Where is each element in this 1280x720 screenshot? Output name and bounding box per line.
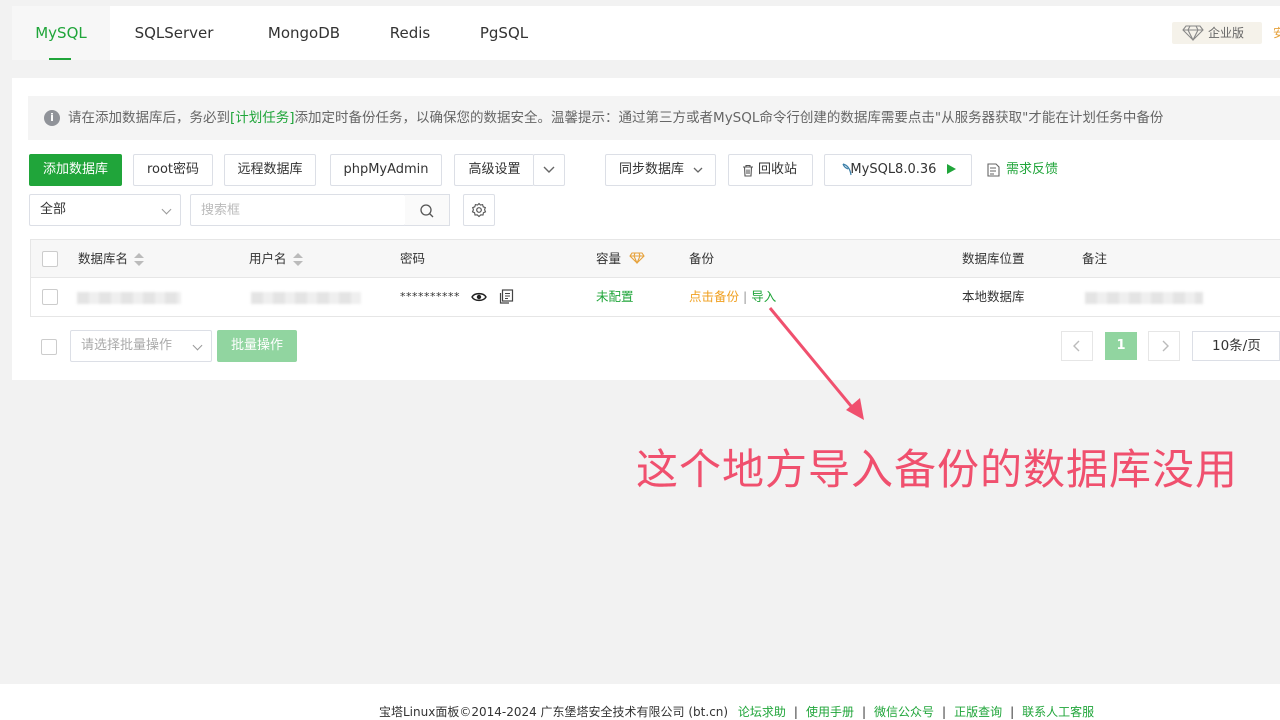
sync-database-button[interactable]: 同步数据库 [605,154,716,186]
cron-task-link[interactable]: [计划任务] [230,110,295,126]
tab-pgsql[interactable]: PgSQL [472,6,536,60]
category-select-value: 全部 [40,202,67,217]
chevron-down-icon [161,204,172,215]
sort-icon [134,252,145,267]
sort-icon [292,252,303,267]
capacity-status[interactable]: 未配置 [596,278,634,316]
root-password-button[interactable]: root密码 [133,154,213,186]
search-input[interactable] [191,195,405,225]
page-number-current[interactable]: 1 [1105,332,1137,360]
select-all-checkbox[interactable] [42,251,58,267]
copyright-text: 宝塔Linux面板©2014-2024 广东堡塔安全技术有限公司 (bt.cn) [379,705,729,719]
column-header-user-label: 用户名 [249,251,287,266]
column-header-name[interactable]: 数据库名 [78,240,145,278]
enterprise-badge[interactable]: 企业版 [1172,22,1262,44]
password-value: ********** [400,290,460,303]
feedback-icon [987,163,1000,177]
recycle-bin-label: 回收站 [757,162,797,177]
backup-now-link[interactable]: 点击备份 [689,289,739,304]
gear-icon [471,202,487,218]
divider: | [743,289,748,304]
mysql-version-label: MySQL8.0.36 [850,162,937,177]
chevron-down-icon [543,166,555,173]
column-header-name-label: 数据库名 [78,251,129,266]
tab-redis[interactable]: Redis [378,6,442,60]
diamond-icon [629,252,645,265]
search-box [190,194,406,226]
divider: | [793,705,798,719]
sync-database-label: 同步数据库 [619,162,685,177]
category-select[interactable]: 全部 [29,194,181,226]
database-panel: i 请在添加数据库后，务必到[计划任务]添加定时备份任务，以确保您的数据安全。温… [12,78,1280,380]
annotation-text: 这个地方导入备份的数据库没用 [636,445,1239,494]
notice-text-before: 请在添加数据库后，务必到 [68,110,230,126]
batch-operation-select[interactable]: 请选择批量操作 [70,330,212,362]
trash-icon [743,164,753,177]
add-database-button[interactable]: 添加数据库 [29,154,122,186]
batch-select-checkbox[interactable] [41,339,57,355]
mysql-version-button[interactable]: MySQL8.0.36 [824,154,972,186]
footer-link-license[interactable]: 正版查询 [954,705,1002,719]
database-type-tabs: MySQL SQLServer MongoDB Redis PgSQL 企业版 … [12,6,1280,60]
divider: | [942,705,947,719]
notice-text-after: 添加定时备份任务，以确保您的数据安全。温馨提示：通过第三方或者MySQL命令行创… [294,110,1164,126]
footer-link-support[interactable]: 联系人工客服 [1022,705,1094,719]
table-header: 数据库名 用户名 密码 容量 备份 数据库位置 备注 [31,240,1280,278]
tab-mongodb[interactable]: MongoDB [252,6,356,60]
footer-link-forum[interactable]: 论坛求助 [738,705,786,719]
footer-link-wechat[interactable]: 微信公众号 [874,705,934,719]
chevron-left-icon [1073,340,1080,352]
redacted-database-name [77,292,181,304]
next-page-button[interactable] [1148,331,1180,361]
tab-sqlserver[interactable]: SQLServer [122,6,226,60]
remote-database-button[interactable]: 远程数据库 [224,154,316,186]
batch-operation-placeholder: 请选择批量操作 [81,338,173,353]
database-table: 数据库名 用户名 密码 容量 备份 数据库位置 备注 ********** 未配… [30,239,1280,317]
feedback-link[interactable]: 需求反馈 [987,154,1058,186]
annotation-arrow [768,307,864,420]
column-settings-button[interactable] [463,194,495,226]
chevron-down-icon [192,340,203,351]
enterprise-label: 企业版 [1208,26,1245,40]
eye-icon[interactable] [471,290,487,304]
page-size-select[interactable]: 10条/页 [1192,331,1280,361]
table-row: ********** 未配置 点击备份 | 导入 本地数据库 [31,278,1280,316]
recycle-bin-button[interactable]: 回收站 [728,154,813,186]
search-button[interactable] [405,194,450,226]
diamond-icon [1182,25,1204,41]
column-header-password: 密码 [400,251,426,266]
redacted-remark [1085,292,1203,304]
feedback-label: 需求反馈 [1006,162,1059,177]
prev-page-button[interactable] [1061,331,1093,361]
column-header-capacity: 容量 [596,240,645,278]
footer-content: 宝塔Linux面板©2014-2024 广东堡塔安全技术有限公司 (bt.cn)… [379,684,1094,720]
divider: | [1010,705,1015,719]
column-header-remark: 备注 [1082,251,1108,266]
footer-link-manual[interactable]: 使用手册 [806,705,854,719]
column-header-location: 数据库位置 [962,251,1025,266]
row-checkbox[interactable] [42,289,58,305]
tab-mysql[interactable]: MySQL [12,6,110,60]
batch-operation-button[interactable]: 批量操作 [217,330,297,362]
column-header-backup: 备份 [689,251,715,266]
play-icon [946,164,956,174]
security-label[interactable]: 安全 [1273,22,1280,44]
mysql-dolphin-icon [842,163,852,176]
column-header-user[interactable]: 用户名 [249,240,303,278]
advanced-settings-button[interactable]: 高级设置 [454,154,534,186]
redacted-username [251,292,361,304]
column-header-capacity-label: 容量 [596,251,622,266]
chevron-right-icon [1162,340,1169,352]
notice-bar: i 请在添加数据库后，务必到[计划任务]添加定时备份任务，以确保您的数据安全。温… [28,96,1280,140]
info-icon: i [44,110,60,126]
chevron-down-icon [693,167,703,173]
copy-icon[interactable] [499,289,514,304]
database-location: 本地数据库 [962,289,1025,304]
search-icon [420,204,434,218]
divider: | [861,705,867,719]
page-footer: 宝塔Linux面板©2014-2024 广东堡塔安全技术有限公司 (bt.cn)… [0,684,1280,720]
advanced-settings-dropdown[interactable] [533,154,565,186]
phpmyadmin-button[interactable]: phpMyAdmin [330,154,442,186]
